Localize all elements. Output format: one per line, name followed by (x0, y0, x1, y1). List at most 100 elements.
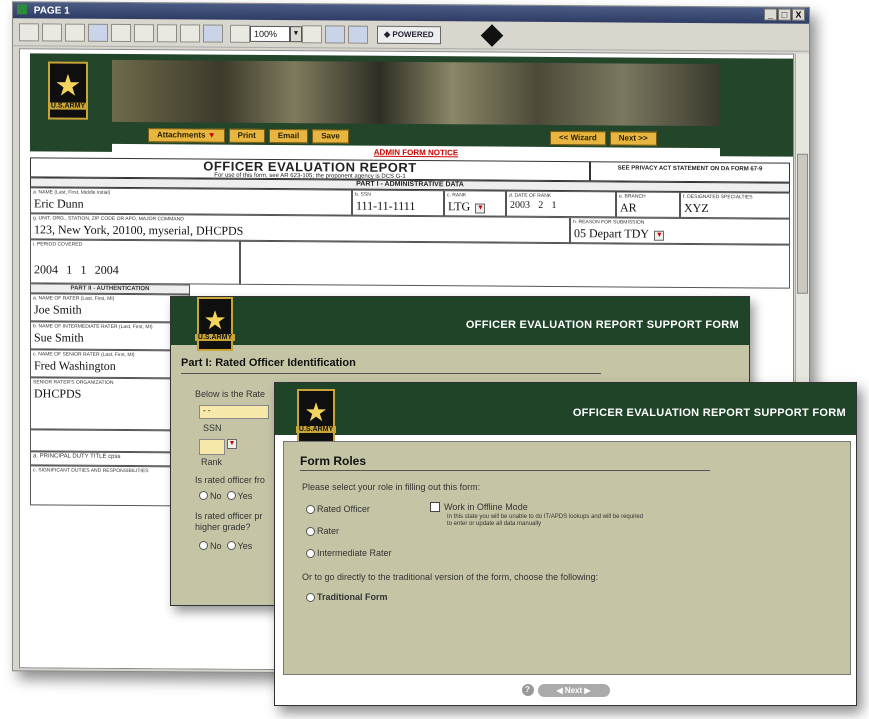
rater-value[interactable]: Joe Smith (31, 302, 85, 316)
below-text: Below is the Rate (195, 389, 266, 399)
role-instruction: Please select your role in filling out t… (302, 482, 481, 492)
duty-title-cell: a. PRINCIPAL DUTY TITLE cpss (30, 451, 190, 467)
maximize-button[interactable]: □ (778, 8, 791, 21)
offline-mode-checkbox[interactable] (430, 502, 440, 512)
zoom-out-icon[interactable] (180, 23, 200, 43)
org-cell: SENIOR RATER'S ORGANIZATION DHCPDS (30, 377, 190, 431)
open-icon[interactable] (19, 22, 39, 41)
significant-duties-label: c. SIGNIFICANT DUTIES AND RESPONSIBILITI… (33, 467, 149, 475)
help-icon[interactable] (348, 25, 368, 44)
q2-no-radio[interactable] (199, 541, 208, 550)
question-2b: higher grade? (195, 522, 251, 532)
print-icon[interactable] (65, 23, 85, 42)
date-month[interactable]: 2 (535, 200, 546, 211)
star-icon: ★ (304, 397, 328, 427)
reason-dropdown-arrow[interactable]: ▼ (654, 230, 665, 241)
next-button[interactable]: ◀ Next ▶ (537, 683, 610, 697)
wizard-button[interactable]: << Wizard (550, 130, 606, 146)
admin-notice-link[interactable]: ADMIN FORM NOTICE (374, 148, 458, 158)
ssn-value[interactable]: 111-11-1111 (353, 199, 418, 213)
viewer-toolbar: 100% ▼ ◆ POWERED (13, 18, 809, 52)
role-rated-officer-option[interactable]: Rated Officer (306, 504, 370, 514)
scroll-thumb[interactable] (797, 153, 808, 294)
thru-year[interactable]: 2004 (92, 263, 122, 277)
rank-dropdown-arrow[interactable]: ▼ (475, 203, 486, 214)
app-icon (17, 4, 27, 15)
minimize-button[interactable]: _ (764, 8, 777, 21)
offline-mode-option[interactable]: Work in Offline Mode (430, 502, 528, 512)
help-button[interactable]: ? (521, 684, 534, 696)
date-of-rank-cell: d. DATE OF RANK 2003 2 1 (506, 190, 616, 218)
specialties-cell: f. DESIGNATED SPECIALTIES XYZ (680, 191, 790, 219)
intermediate-value[interactable]: Sue Smith (31, 330, 87, 344)
date-year[interactable]: 2003 (507, 200, 533, 211)
date-day[interactable]: 1 (548, 200, 559, 211)
role-intermediate-option[interactable]: Intermediate Rater (306, 548, 392, 558)
specialties-value[interactable]: XYZ (681, 201, 712, 215)
rank-dropdown-arrow[interactable]: ▼ (227, 439, 237, 449)
q2-yes-label: Yes (237, 541, 253, 551)
zoom-control: 100% ▼ (230, 24, 322, 43)
banner-nav-right: << Wizard Next >> (550, 130, 657, 146)
rank-label: Rank (201, 457, 223, 467)
close-button[interactable]: X (792, 8, 805, 21)
org-value[interactable]: DHCPDS (31, 386, 84, 400)
rater-radio[interactable] (306, 526, 315, 536)
hand-tool-icon[interactable] (134, 23, 154, 42)
from-month[interactable]: 1 (63, 263, 75, 277)
zoom-minus-icon[interactable] (230, 24, 250, 43)
attachments-button[interactable]: Attachments ▼ (148, 128, 225, 143)
support-form-roles-window: ★ U.S.ARMY OFFICER EVALUATION REPORT SUP… (274, 382, 857, 706)
traditional-form-radio[interactable] (306, 592, 315, 602)
branch-value[interactable]: AR (617, 200, 640, 214)
rank-value[interactable]: LTG (445, 199, 473, 213)
traditional-form-option[interactable]: Traditional Form (306, 592, 388, 602)
senior-value[interactable]: Fred Washington (31, 358, 119, 373)
select-tool-icon[interactable] (157, 23, 177, 42)
support-form-title: OFFICER EVALUATION REPORT SUPPORT FORM (465, 319, 739, 331)
q1-yes-label: Yes (237, 491, 253, 501)
role-rater-option[interactable]: Rater (306, 526, 339, 536)
offline-mode-label: Work in Offline Mode (444, 502, 528, 512)
email-button[interactable]: Email (268, 129, 309, 144)
name-field[interactable]: - - (199, 405, 269, 419)
intermediate-cell: b. NAME OF INTERMEDIATE RATER (Last, Fir… (30, 321, 190, 351)
banner-nav-left: Attachments ▼ Print Email Save (148, 128, 349, 144)
q2-yes-radio[interactable] (226, 541, 236, 550)
zoom-input[interactable]: 100% (250, 25, 290, 42)
spacer-cell (30, 429, 190, 453)
section-heading: Form Roles (300, 454, 367, 468)
section-heading: Part I: Rated Officer Identification (181, 357, 356, 369)
rank-field[interactable] (199, 439, 225, 455)
previous-page-icon[interactable] (325, 24, 345, 44)
fit-page-icon[interactable] (203, 24, 223, 43)
rated-officer-radio[interactable] (306, 504, 315, 514)
attachments-label: Attachments (157, 130, 206, 140)
rater-cell: a. NAME OF RATER (Last, First, MI) Joe S… (30, 293, 190, 323)
q1-no-label: No (210, 491, 222, 501)
from-year[interactable]: 2004 (31, 262, 61, 276)
duty-title[interactable]: a. PRINCIPAL DUTY TITLE cpss (31, 452, 189, 461)
question-2-options: No Yes (199, 541, 252, 551)
period-details-cell (240, 240, 790, 289)
zoom-plus-icon[interactable] (302, 24, 322, 43)
zoom-dropdown-arrow[interactable]: ▼ (290, 25, 302, 42)
save-icon[interactable] (42, 22, 62, 42)
save-button[interactable]: Save (312, 129, 349, 144)
unit-value[interactable]: 123, New York, 20100, myserial, DHCPDS (31, 222, 246, 238)
email-icon[interactable] (88, 23, 108, 42)
significant-duties-cell: c. SIGNIFICANT DUTIES AND RESPONSIBILITI… (30, 465, 190, 507)
q1-no-radio[interactable] (199, 491, 208, 500)
from-day[interactable]: 1 (77, 263, 89, 277)
reason-value[interactable]: 05 Depart TDY (571, 226, 652, 241)
print-button[interactable]: Print (228, 128, 265, 143)
next-button[interactable]: Next >> (609, 131, 657, 146)
notice-strip: ADMIN FORM NOTICE (112, 143, 720, 159)
star-icon: ★ (54, 69, 82, 103)
search-icon[interactable] (111, 23, 131, 42)
name-value[interactable]: Eric Dunn (31, 196, 87, 210)
ssn-cell: b. SSN 111-11-1111 (352, 189, 444, 217)
intermediate-rater-radio[interactable] (306, 548, 315, 558)
q1-yes-radio[interactable] (226, 491, 236, 500)
privacy-statement: SEE PRIVACY ACT STATEMENT ON DA FORM 67-… (590, 161, 790, 183)
